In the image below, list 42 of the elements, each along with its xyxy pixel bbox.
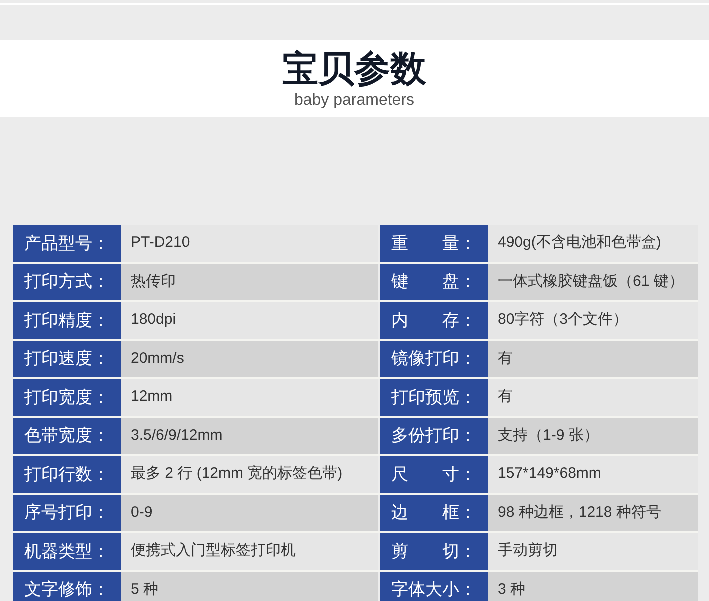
spec-label: 边 框： bbox=[380, 494, 488, 531]
spec-label: 字体大小： bbox=[380, 572, 488, 601]
spec-value: 12mm bbox=[121, 379, 378, 416]
spec-value: 490g(不含电池和色带盒) bbox=[488, 225, 698, 262]
spec-value: 最多 2 行 (12mm 宽的标签色带) bbox=[121, 456, 378, 492]
spec-label: 打印宽度： bbox=[13, 379, 121, 416]
spec-label: 多份打印： bbox=[380, 418, 488, 454]
spec-value: 80字符（3个文件） bbox=[488, 302, 698, 338]
spec-label: 键 盘： bbox=[380, 264, 488, 300]
spec-label: 打印行数： bbox=[13, 456, 121, 492]
spec-value: 0-9 bbox=[121, 494, 378, 531]
spec-value: 3 种 bbox=[488, 572, 698, 601]
spec-label: 打印精度： bbox=[13, 302, 121, 338]
spec-value: 98 种边框，1218 种符号 bbox=[488, 494, 698, 531]
spec-value: 便携式入门型标签打印机 bbox=[121, 533, 378, 570]
spec-label: 尺 寸： bbox=[380, 456, 488, 492]
spec-value: 支持（1-9 张） bbox=[488, 418, 698, 454]
spec-value: 有 bbox=[488, 340, 698, 377]
spec-label: 序号打印： bbox=[13, 494, 121, 531]
spec-value: 157*149*68mm bbox=[488, 456, 698, 492]
spec-label: 打印方式： bbox=[13, 264, 121, 300]
spec-label: 镜像打印： bbox=[380, 340, 488, 377]
spec-value: 热传印 bbox=[121, 264, 378, 300]
spec-value: PT-D210 bbox=[121, 225, 378, 262]
spec-label: 剪 切： bbox=[380, 533, 488, 570]
spec-label: 打印预览： bbox=[380, 379, 488, 416]
spec-value: 有 bbox=[488, 379, 698, 416]
spec-label: 重 量： bbox=[380, 225, 488, 262]
spec-label: 内 存： bbox=[380, 302, 488, 338]
spec-value: 5 种 bbox=[121, 572, 378, 601]
spec-value: 20mm/s bbox=[121, 340, 378, 377]
spec-value: 3.5/6/9/12mm bbox=[121, 418, 378, 454]
page-title: 宝贝参数 bbox=[282, 48, 426, 92]
spec-value: 一体式橡胶键盘饭（61 键） bbox=[488, 264, 698, 300]
spec-label: 产品型号： bbox=[13, 225, 121, 262]
spec-value: 手动剪切 bbox=[488, 533, 698, 570]
page-subtitle: baby parameters bbox=[294, 92, 415, 110]
spec-label: 色带宽度： bbox=[13, 418, 121, 454]
spec-label: 打印速度： bbox=[13, 340, 121, 377]
spec-label: 机器类型： bbox=[13, 533, 121, 570]
spec-value: 180dpi bbox=[121, 302, 378, 338]
spec-label: 文字修饰： bbox=[13, 572, 121, 601]
